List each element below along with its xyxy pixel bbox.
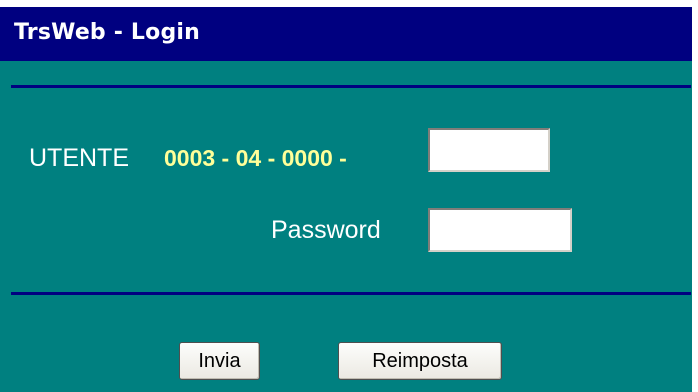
utente-label: UTENTE xyxy=(29,144,129,172)
login-panel: TrsWeb - Login UTENTE 0003 - 04 - 0000 -… xyxy=(0,7,692,392)
top-divider xyxy=(11,85,691,88)
utente-prefix: 0003 - 04 - 0000 - xyxy=(164,145,347,171)
bottom-divider xyxy=(11,292,691,295)
password-label: Password xyxy=(271,216,381,244)
submit-button[interactable]: Invia xyxy=(179,342,260,380)
reset-button[interactable]: Reimposta xyxy=(338,342,502,380)
page-title: TrsWeb - Login xyxy=(14,20,201,45)
password-input[interactable] xyxy=(428,208,572,252)
login-page: TrsWeb - Login UTENTE 0003 - 04 - 0000 -… xyxy=(0,0,698,392)
title-bar: TrsWeb - Login xyxy=(0,7,692,61)
utente-input[interactable] xyxy=(428,128,550,172)
